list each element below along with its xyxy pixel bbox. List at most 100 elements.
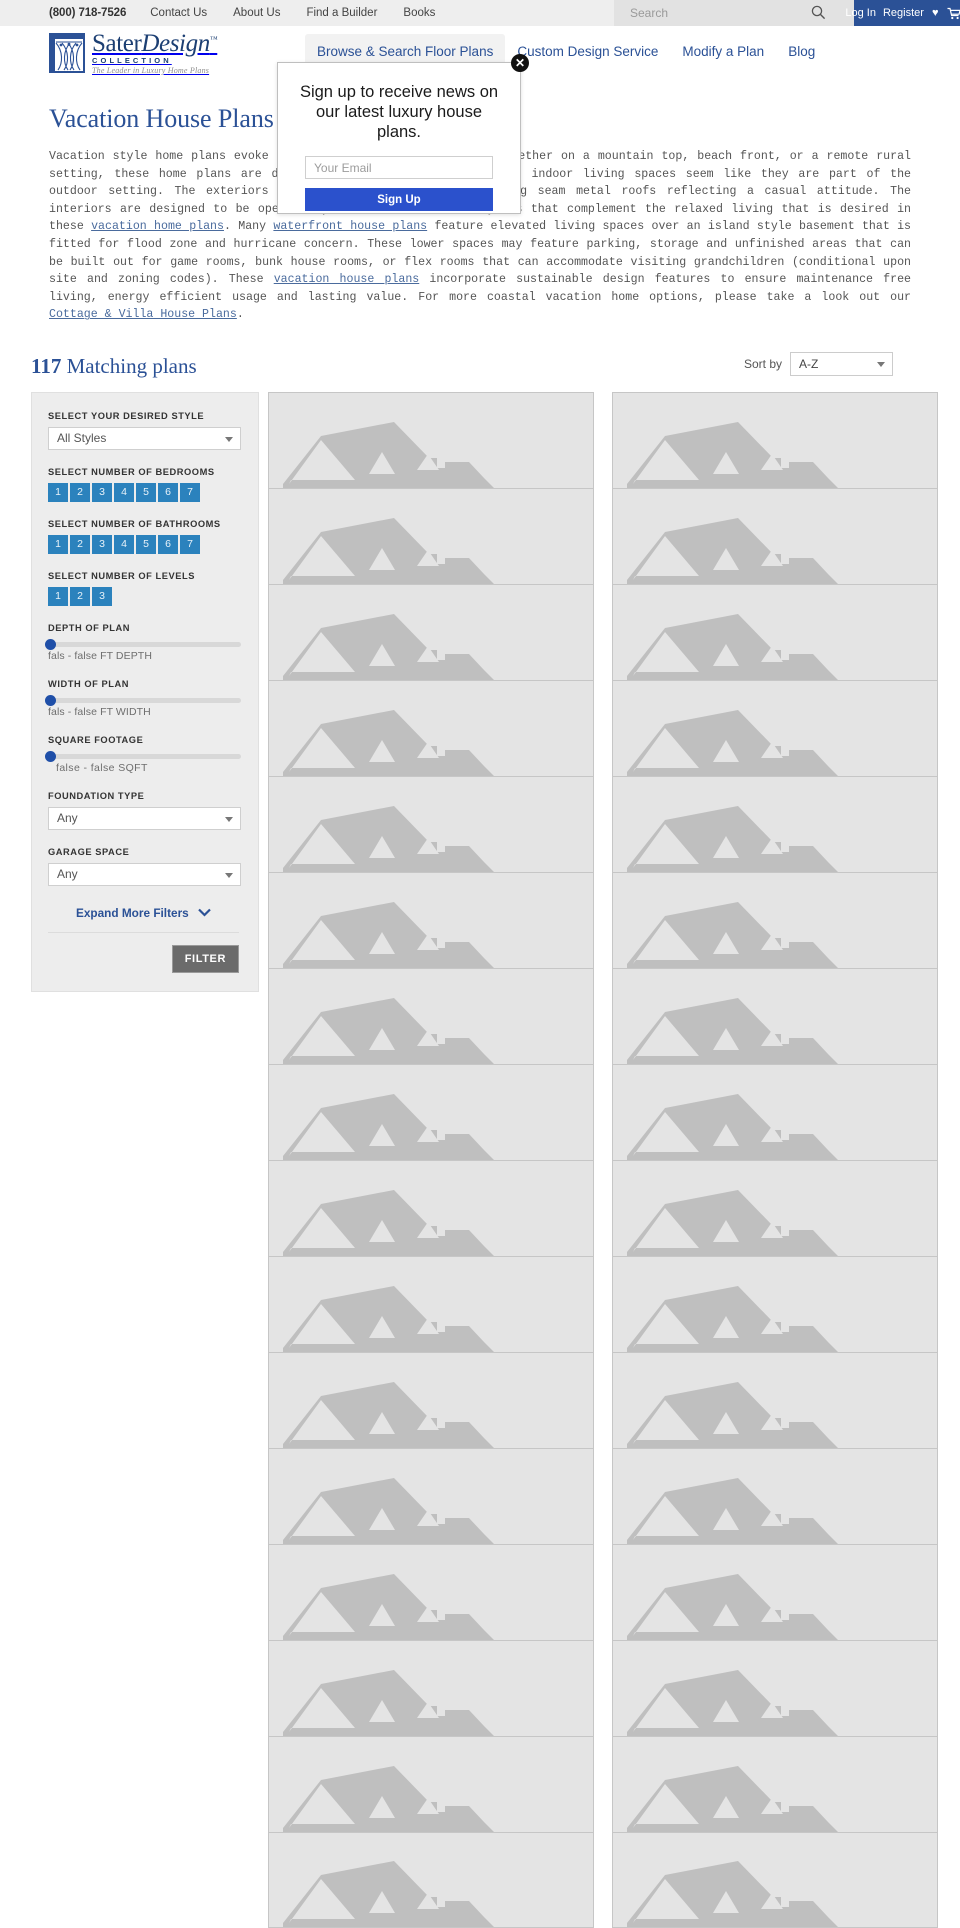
sqft-slider-handle[interactable] xyxy=(45,750,56,762)
plan-card[interactable] xyxy=(268,583,594,680)
plan-card[interactable] xyxy=(612,1735,938,1832)
filter-label-style: SELECT YOUR DESIRED STYLE xyxy=(48,410,205,421)
plan-card[interactable] xyxy=(612,583,938,680)
utility-link-about-us[interactable]: About Us xyxy=(233,7,280,19)
levels-option-2[interactable]: 2 xyxy=(70,586,90,606)
levels-option-3[interactable]: 3 xyxy=(92,586,112,606)
site-logo[interactable]: SaterDesign™ COLLECTION The Leader in Lu… xyxy=(49,30,218,75)
sort-by-select[interactable]: A-Z xyxy=(790,351,893,376)
plan-card[interactable] xyxy=(268,1543,594,1640)
plan-card[interactable] xyxy=(268,1831,594,1928)
plan-card[interactable] xyxy=(612,1351,938,1448)
plan-card[interactable] xyxy=(612,1639,938,1736)
filter-button[interactable]: FILTER xyxy=(171,944,239,973)
plan-card[interactable] xyxy=(612,679,938,776)
utility-link-books[interactable]: Books xyxy=(403,7,435,19)
bathrooms-option-1[interactable]: 1 xyxy=(48,534,68,554)
plan-card[interactable] xyxy=(612,967,938,1064)
plan-card[interactable] xyxy=(612,1255,938,1352)
house-placeholder-image xyxy=(627,1860,838,1927)
width-slider[interactable] xyxy=(45,694,241,706)
foundation-select[interactable]: Any xyxy=(48,806,241,830)
bedrooms-option-7[interactable]: 7 xyxy=(180,482,200,502)
logo-name: SaterDesign™ xyxy=(92,30,218,58)
utility-link-contact-us[interactable]: Contact Us xyxy=(150,7,207,19)
cart-button[interactable]: 0 xyxy=(947,7,960,20)
nav-modify-a-plan[interactable]: Modify a Plan xyxy=(670,34,776,69)
house-placeholder-image xyxy=(627,1765,838,1832)
bedrooms-option-6[interactable]: 6 xyxy=(158,482,178,502)
plan-card[interactable] xyxy=(612,487,938,584)
plan-card[interactable] xyxy=(268,1447,594,1544)
search-icon[interactable] xyxy=(811,5,826,20)
nav-custom-design-service[interactable]: Custom Design Service xyxy=(505,34,670,69)
close-icon[interactable]: ✕ xyxy=(511,54,529,72)
plan-card[interactable] xyxy=(268,487,594,584)
plan-card[interactable] xyxy=(612,1543,938,1640)
house-placeholder-image xyxy=(283,1189,494,1256)
plan-card[interactable] xyxy=(612,1159,938,1256)
sort-by-control: Sort by A-Z xyxy=(744,351,893,376)
style-select[interactable]: All Styles xyxy=(48,426,241,450)
plan-card[interactable] xyxy=(268,775,594,872)
bedrooms-option-5[interactable]: 5 xyxy=(136,482,156,502)
bathrooms-option-7[interactable]: 7 xyxy=(180,534,200,554)
house-placeholder-image xyxy=(627,1381,838,1448)
bedrooms-option-4[interactable]: 4 xyxy=(114,482,134,502)
nav-blog[interactable]: Blog xyxy=(776,34,827,69)
login-link[interactable]: Log In xyxy=(845,7,876,19)
depth-slider-handle[interactable] xyxy=(45,638,56,650)
plan-card[interactable] xyxy=(612,1063,938,1160)
bedrooms-option-1[interactable]: 1 xyxy=(48,482,68,502)
plan-card[interactable] xyxy=(268,967,594,1064)
link-cottage-villa-house-plans[interactable]: Cottage & Villa House Plans xyxy=(49,308,237,321)
plan-card[interactable] xyxy=(268,1063,594,1160)
plan-card[interactable] xyxy=(268,391,594,488)
sqft-slider[interactable] xyxy=(45,750,241,762)
house-placeholder-image xyxy=(283,709,494,776)
width-slider-handle[interactable] xyxy=(45,694,56,706)
depth-slider[interactable] xyxy=(45,638,241,650)
expand-more-filters-button[interactable]: Expand More Filters xyxy=(48,906,239,933)
utility-link-find-a-builder[interactable]: Find a Builder xyxy=(306,7,377,19)
bedrooms-option-2[interactable]: 2 xyxy=(70,482,90,502)
plan-card[interactable] xyxy=(612,391,938,488)
bathrooms-option-6[interactable]: 6 xyxy=(158,534,178,554)
levels-option-1[interactable]: 1 xyxy=(48,586,68,606)
search-container[interactable] xyxy=(614,0,854,26)
plan-card[interactable] xyxy=(612,1831,938,1928)
bathrooms-option-2[interactable]: 2 xyxy=(70,534,90,554)
bathrooms-option-5[interactable]: 5 xyxy=(136,534,156,554)
chevron-down-icon xyxy=(225,436,233,442)
plan-card[interactable] xyxy=(268,1351,594,1448)
plan-card[interactable] xyxy=(268,1255,594,1352)
modal-title: Sign up to receive news on our latest lu… xyxy=(299,83,499,141)
house-placeholder-image xyxy=(627,1285,838,1352)
utility-links: Contact Us About Us Find a Builder Books xyxy=(150,7,461,19)
plan-card[interactable] xyxy=(268,1639,594,1736)
bedrooms-option-3[interactable]: 3 xyxy=(92,482,112,502)
plan-card[interactable] xyxy=(268,1159,594,1256)
filter-label-bedrooms: SELECT NUMBER OF BEDROOMS xyxy=(48,466,215,477)
sign-up-button[interactable]: Sign Up xyxy=(305,188,493,211)
register-link[interactable]: Register xyxy=(883,7,924,19)
plan-card[interactable] xyxy=(268,871,594,968)
link-vacation-house-plans[interactable]: vacation house plans xyxy=(274,273,420,286)
link-waterfront-house-plans[interactable]: waterfront house plans xyxy=(273,220,427,233)
plan-card[interactable] xyxy=(612,775,938,872)
garage-select[interactable]: Any xyxy=(48,862,241,886)
plan-card[interactable] xyxy=(268,1735,594,1832)
levels-button-group: 1 2 3 xyxy=(48,586,239,606)
email-field[interactable] xyxy=(305,156,493,179)
plan-card[interactable] xyxy=(612,871,938,968)
bathrooms-option-3[interactable]: 3 xyxy=(92,534,112,554)
plan-card[interactable] xyxy=(268,679,594,776)
link-vacation-home-plans[interactable]: vacation home plans xyxy=(91,220,224,233)
heart-icon[interactable]: ♥ xyxy=(932,7,939,19)
house-placeholder-image xyxy=(627,709,838,776)
logo-wordmark: SaterDesign™ COLLECTION The Leader in Lu… xyxy=(92,30,218,75)
house-placeholder-image xyxy=(627,1477,838,1544)
search-input[interactable] xyxy=(628,5,778,21)
bathrooms-option-4[interactable]: 4 xyxy=(114,534,134,554)
plan-card[interactable] xyxy=(612,1447,938,1544)
